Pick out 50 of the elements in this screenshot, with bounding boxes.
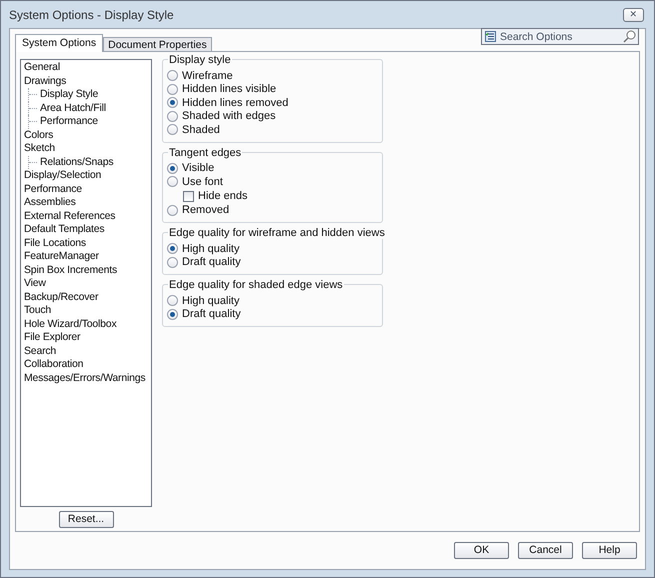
dialog-button[interactable]: Cancel [518, 542, 573, 559]
option-label: Draft quality [182, 307, 241, 322]
group-title: Tangent edges [168, 146, 242, 158]
tree-item[interactable]: Drawings [24, 74, 66, 88]
tree-item[interactable]: Default Templates [24, 223, 104, 236]
option-label: Use font [182, 174, 223, 190]
option-label: Hidden lines removed [182, 96, 288, 110]
reset-button[interactable]: Reset... [58, 511, 114, 528]
tree-item[interactable]: Assemblies [24, 196, 76, 210]
tree-item[interactable]: File Locations [24, 236, 86, 250]
tree-item[interactable]: Hole Wizard/Toolbox [24, 318, 116, 331]
option-label: Shaded with edges [182, 109, 276, 124]
dialog-button[interactable]: OK [454, 542, 509, 559]
tree-item[interactable]: General [24, 61, 60, 74]
option-label: Hidden lines visible [182, 82, 276, 97]
tree-item[interactable]: Relations/Snaps [40, 156, 114, 169]
search-field[interactable]: Search Options [481, 28, 639, 45]
dialog-button[interactable]: Help [582, 542, 637, 559]
group-title: Display style [168, 54, 232, 66]
option-label: High quality [182, 294, 240, 308]
option-label: Wireframe [182, 68, 233, 84]
option-label: Visible [182, 161, 214, 176]
tree-item[interactable]: Messages/Errors/Warnings [24, 372, 146, 385]
option-label: Shaded [182, 122, 220, 138]
window-title: System Options - Display Style [9, 6, 174, 24]
option-label: Hide ends [198, 188, 248, 204]
group-title: Edge quality for wireframe and hidden views [168, 227, 386, 239]
option-label: Removed [182, 203, 230, 218]
tree-item[interactable]: Performance [24, 182, 82, 196]
tree-item[interactable]: Sketch [24, 142, 55, 156]
tree-item[interactable]: Colors [24, 128, 54, 142]
tree-item[interactable]: FeatureManager [24, 250, 99, 264]
tab[interactable]: System Options [15, 34, 104, 52]
tree-item[interactable]: Spin Box Increments [24, 264, 118, 277]
tree-item[interactable]: Performance [40, 115, 98, 128]
tree-item[interactable]: Display/Selection [24, 169, 102, 182]
tree-item[interactable]: External References [24, 210, 116, 223]
tree-item[interactable]: Collaboration [24, 358, 84, 372]
tree-item[interactable]: Touch [24, 304, 52, 318]
tree-item[interactable]: View [24, 277, 46, 290]
tree-item[interactable]: Search [24, 344, 56, 358]
tab[interactable]: Document Properties [103, 37, 212, 51]
option-label: Draft quality [182, 255, 241, 270]
tree-item[interactable]: Area Hatch/Fill [40, 102, 106, 115]
tree-item[interactable]: Backup/Recover [24, 290, 98, 304]
group-title: Edge quality for shaded edge views [168, 279, 344, 291]
tree-item[interactable]: Display Style [40, 88, 98, 102]
tree-item[interactable]: File Explorer [24, 331, 80, 344]
close-button[interactable]: ✕ [623, 8, 644, 22]
option-label: High quality [182, 242, 240, 256]
